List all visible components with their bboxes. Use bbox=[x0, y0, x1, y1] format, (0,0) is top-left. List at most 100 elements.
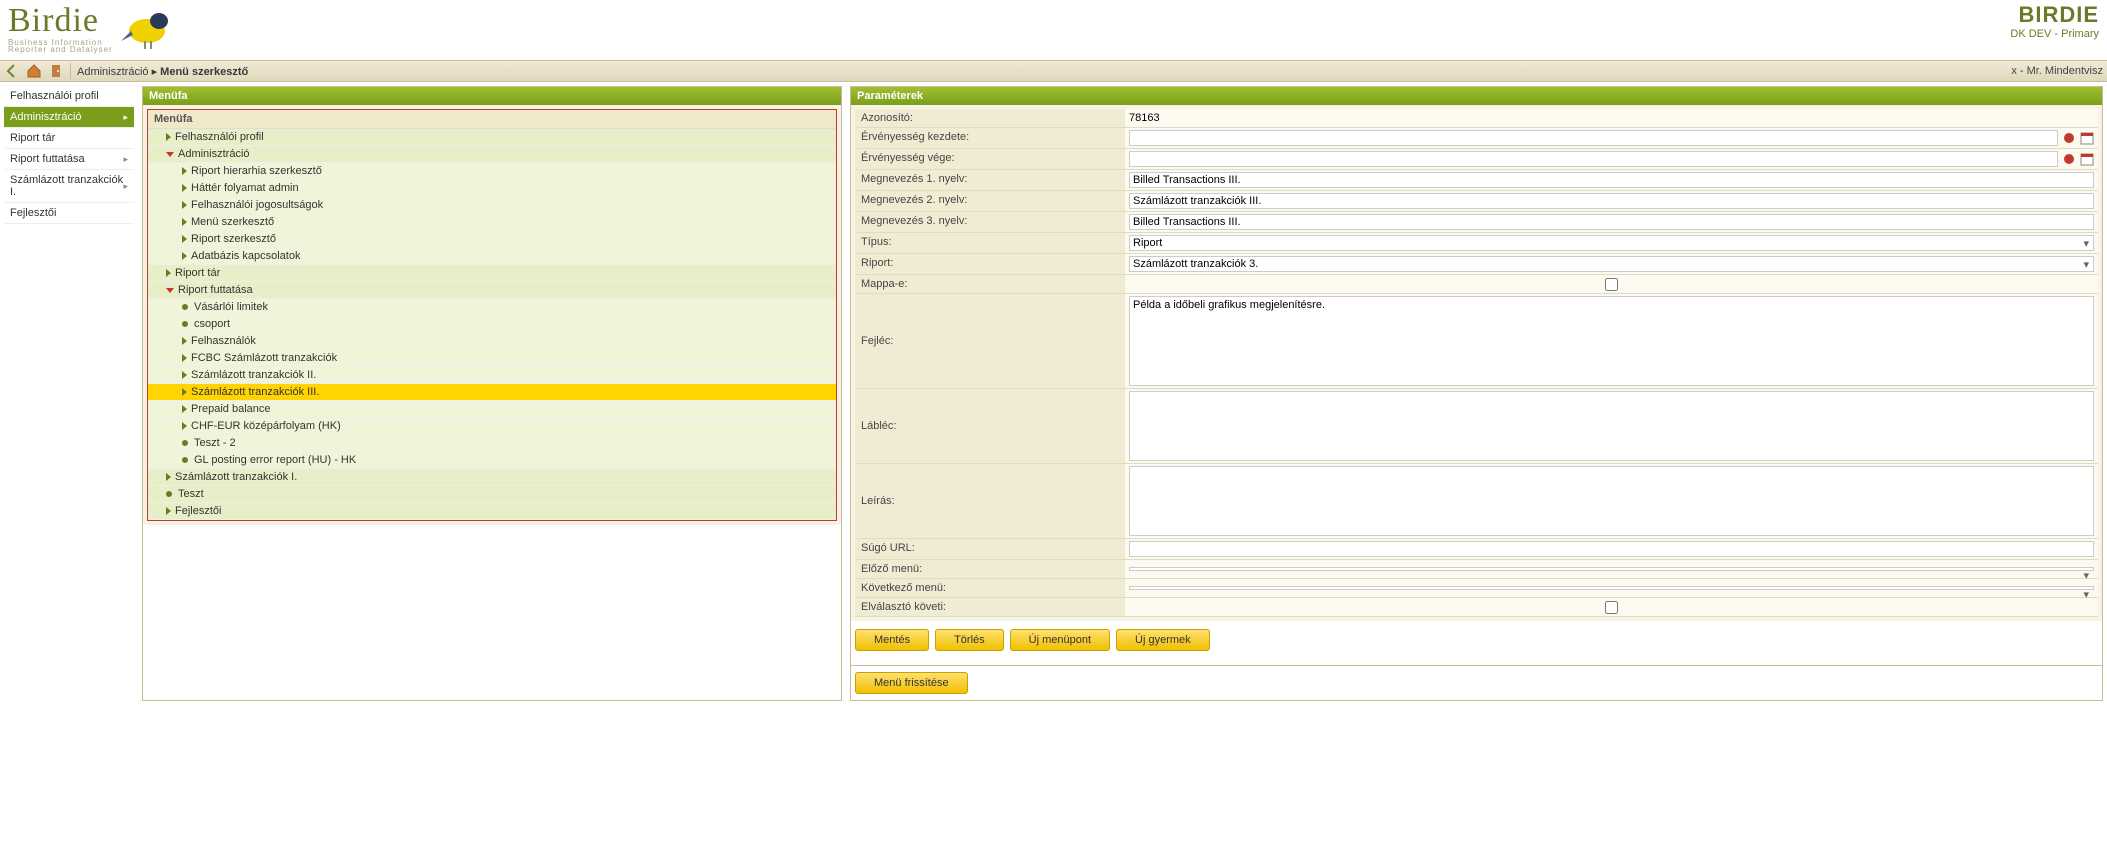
tree-row-4[interactable]: Felhasználói jogosultságok bbox=[148, 197, 836, 214]
tree-row-3[interactable]: Háttér folyamat admin bbox=[148, 180, 836, 197]
tree-row-19[interactable]: GL posting error report (HU) - HK bbox=[148, 452, 836, 469]
tree-row-22[interactable]: Fejlesztői bbox=[148, 503, 836, 520]
tree-row-17[interactable]: CHF-EUR középárfolyam (HK) bbox=[148, 418, 836, 435]
tree-row-16[interactable]: Prepaid balance bbox=[148, 401, 836, 418]
tree-row-18[interactable]: Teszt - 2 bbox=[148, 435, 836, 452]
sidebar-item-3[interactable]: Riport futtatása▸ bbox=[4, 149, 134, 170]
sidebar-item-1[interactable]: Adminisztráció▸ bbox=[4, 107, 134, 128]
tree-row-8[interactable]: Riport tár bbox=[148, 265, 836, 282]
expand-icon[interactable] bbox=[182, 388, 187, 396]
tree-row-1[interactable]: Adminisztráció bbox=[148, 146, 836, 163]
tree-row-9[interactable]: Riport futtatása bbox=[148, 282, 836, 299]
tree-row-2[interactable]: Riport hierarhia szerkesztő bbox=[148, 163, 836, 180]
param-row-meg1: Megnevezés 1. nyelv: bbox=[855, 170, 2098, 191]
logo-text: Birdie bbox=[8, 2, 113, 40]
param-input-meg2[interactable] bbox=[1129, 193, 2094, 209]
action-button-3[interactable]: Új gyermek bbox=[1116, 629, 1210, 651]
tree-row-7[interactable]: Adatbázis kapcsolatok bbox=[148, 248, 836, 265]
param-label: Azonosító: bbox=[855, 109, 1125, 127]
expand-icon[interactable] bbox=[182, 422, 187, 430]
expand-icon[interactable] bbox=[182, 167, 187, 175]
expand-icon[interactable] bbox=[182, 201, 187, 209]
param-input-erv_vege[interactable] bbox=[1129, 151, 2058, 167]
sidebar-item-2[interactable]: Riport tár bbox=[4, 128, 134, 149]
refresh-button[interactable]: Menü frissítése bbox=[855, 672, 968, 694]
expand-icon[interactable] bbox=[166, 269, 171, 277]
param-input-meg1[interactable] bbox=[1129, 172, 2094, 188]
gear-icon[interactable] bbox=[2062, 131, 2076, 145]
expand-icon[interactable] bbox=[166, 288, 174, 293]
param-input-meg3[interactable] bbox=[1129, 214, 2094, 230]
param-label: Mappa-e: bbox=[855, 275, 1125, 293]
expand-icon[interactable] bbox=[166, 152, 174, 157]
expand-icon[interactable] bbox=[182, 235, 187, 243]
leaf-icon bbox=[182, 321, 188, 327]
back-icon[interactable] bbox=[4, 63, 20, 79]
action-button-1[interactable]: Törlés bbox=[935, 629, 1004, 651]
param-select-tipus[interactable]: Riport bbox=[1129, 235, 2094, 251]
leaf-icon bbox=[166, 491, 172, 497]
param-select-kov[interactable] bbox=[1129, 586, 2094, 590]
expand-icon[interactable] bbox=[182, 252, 187, 260]
param-label: Súgó URL: bbox=[855, 539, 1125, 559]
expand-icon[interactable] bbox=[166, 133, 171, 141]
sidebar-item-4[interactable]: Számlázott tranzakciók I.▸ bbox=[4, 170, 134, 203]
tree-row-13[interactable]: FCBC Számlázott tranzakciók bbox=[148, 350, 836, 367]
param-label: Következő menü: bbox=[855, 579, 1125, 597]
user-info[interactable]: x - Mr. Mindentvisz bbox=[2011, 65, 2103, 77]
expand-icon[interactable] bbox=[166, 507, 171, 515]
param-textarea-fejlec[interactable] bbox=[1129, 296, 2094, 386]
tree-row-0[interactable]: Felhasználói profil bbox=[148, 129, 836, 146]
param-input-erv_kezd[interactable] bbox=[1129, 130, 2058, 146]
param-label: Fejléc: bbox=[855, 294, 1125, 388]
params-panel: Paraméterek Azonosító:78163Érvényesség k… bbox=[850, 86, 2103, 701]
param-select-elozo[interactable] bbox=[1129, 567, 2094, 571]
leaf-icon bbox=[182, 304, 188, 310]
calendar-icon[interactable] bbox=[2080, 152, 2094, 166]
expand-icon[interactable] bbox=[182, 371, 187, 379]
tree-row-15[interactable]: Számlázott tranzakciók III. bbox=[148, 384, 836, 401]
sidebar-item-0[interactable]: Felhasználói profil bbox=[4, 86, 134, 107]
expand-icon[interactable] bbox=[182, 218, 187, 226]
calendar-icon[interactable] bbox=[2080, 131, 2094, 145]
param-row-mappa: Mappa-e: bbox=[855, 275, 2098, 294]
param-textarea-leiras[interactable] bbox=[1129, 466, 2094, 536]
tree-row-6[interactable]: Riport szerkesztő bbox=[148, 231, 836, 248]
tree-box: Menüfa Felhasználói profilAdminisztráció… bbox=[147, 109, 837, 521]
door-icon[interactable] bbox=[48, 63, 64, 79]
action-button-0[interactable]: Mentés bbox=[855, 629, 929, 651]
param-checkbox-mappa[interactable] bbox=[1605, 278, 1618, 291]
tree-row-10[interactable]: Vásárlói limitek bbox=[148, 299, 836, 316]
param-label: Megnevezés 3. nyelv: bbox=[855, 212, 1125, 232]
param-row-meg2: Megnevezés 2. nyelv: bbox=[855, 191, 2098, 212]
param-row-tipus: Típus:Riport bbox=[855, 233, 2098, 254]
tree-row-11[interactable]: csoport bbox=[148, 316, 836, 333]
leaf-icon bbox=[182, 440, 188, 446]
expand-icon[interactable] bbox=[182, 184, 187, 192]
param-checkbox-elv[interactable] bbox=[1605, 601, 1618, 614]
expand-icon[interactable] bbox=[166, 473, 171, 481]
bird-icon bbox=[119, 3, 179, 53]
param-row-azonosito: Azonosító:78163 bbox=[855, 109, 2098, 128]
tree-row-14[interactable]: Számlázott tranzakciók II. bbox=[148, 367, 836, 384]
home-icon[interactable] bbox=[26, 63, 42, 79]
param-select-riport[interactable]: Számlázott tranzakciók 3. bbox=[1129, 256, 2094, 272]
params-panel-title: Paraméterek bbox=[851, 87, 2102, 105]
tree-row-21[interactable]: Teszt bbox=[148, 486, 836, 503]
leaf-icon bbox=[182, 457, 188, 463]
param-row-riport: Riport:Számlázott tranzakciók 3. bbox=[855, 254, 2098, 275]
sidebar: Felhasználói profilAdminisztráció▸Riport… bbox=[4, 86, 134, 701]
tree-row-20[interactable]: Számlázott tranzakciók I. bbox=[148, 469, 836, 486]
expand-icon[interactable] bbox=[182, 337, 187, 345]
tree-root[interactable]: Menüfa bbox=[148, 110, 836, 129]
param-textarea-lablec[interactable] bbox=[1129, 391, 2094, 461]
gear-icon[interactable] bbox=[2062, 152, 2076, 166]
sidebar-item-5[interactable]: Fejlesztői bbox=[4, 203, 134, 224]
action-button-2[interactable]: Új menüpont bbox=[1010, 629, 1110, 651]
expand-icon[interactable] bbox=[182, 405, 187, 413]
tree-row-5[interactable]: Menü szerkesztő bbox=[148, 214, 836, 231]
param-input-sugo[interactable] bbox=[1129, 541, 2094, 557]
param-label: Riport: bbox=[855, 254, 1125, 274]
tree-row-12[interactable]: Felhasználók bbox=[148, 333, 836, 350]
expand-icon[interactable] bbox=[182, 354, 187, 362]
